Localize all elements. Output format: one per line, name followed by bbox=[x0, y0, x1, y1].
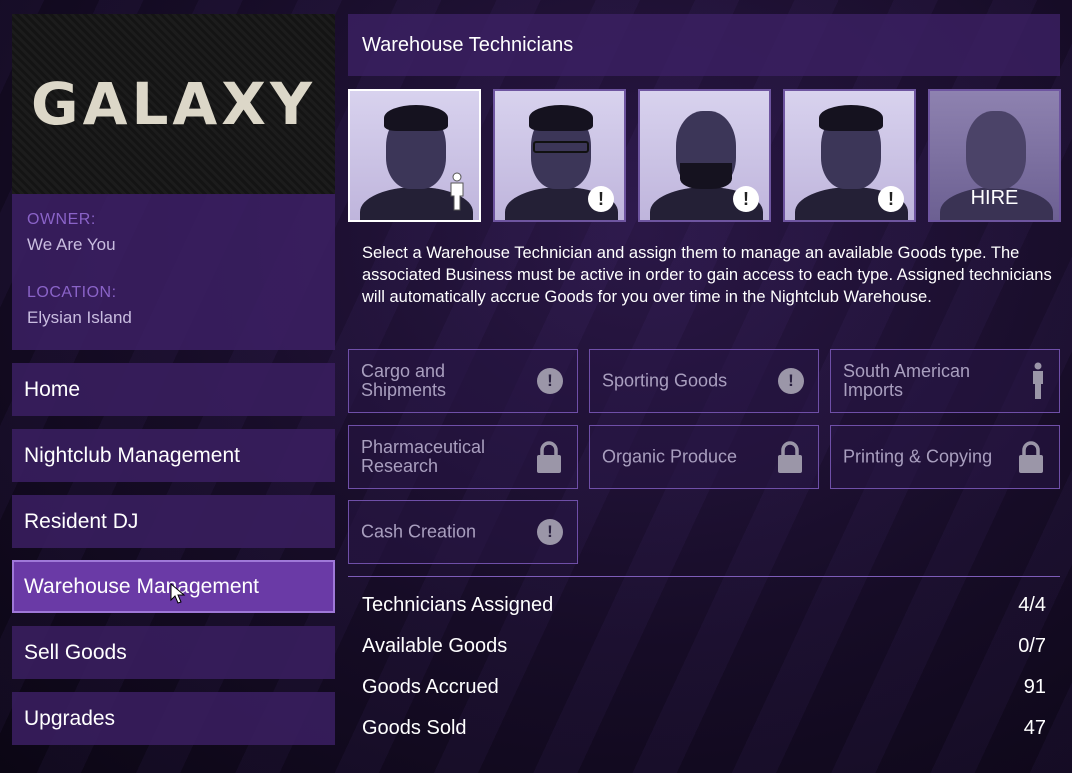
technician-portrait-4[interactable]: ! bbox=[783, 89, 916, 222]
goods-organic-produce[interactable]: Organic Produce bbox=[589, 425, 819, 489]
portrait-head bbox=[966, 111, 1026, 189]
location-value: Elysian Island bbox=[27, 308, 132, 327]
goods-label: Pharmaceutical Research bbox=[361, 437, 486, 476]
mouse-cursor-icon bbox=[170, 583, 186, 604]
technician-portrait-3[interactable]: ! bbox=[638, 89, 771, 222]
nav-home[interactable]: Home bbox=[12, 363, 335, 416]
stat-available-goods-label: Available Goods bbox=[362, 635, 508, 657]
technician-portrait-1[interactable] bbox=[348, 89, 481, 222]
nav-nightclub-management-label: Nightclub Management bbox=[24, 443, 240, 467]
technician-portrait-hire[interactable]: HIRE bbox=[928, 89, 1061, 222]
goods-label: South American Imports bbox=[843, 361, 971, 400]
nav-nightclub-management[interactable]: Nightclub Management bbox=[12, 429, 335, 482]
stats-divider bbox=[348, 576, 1060, 577]
description-text: Select a Warehouse Technician and assign… bbox=[362, 244, 1052, 306]
owner-value: We Are You bbox=[27, 235, 116, 254]
nav-resident-dj-label: Resident DJ bbox=[24, 509, 139, 533]
hire-label: HIRE bbox=[970, 187, 1019, 209]
portrait-hair bbox=[529, 105, 593, 131]
page-title: Warehouse Technicians bbox=[362, 34, 574, 56]
portrait-hair bbox=[819, 105, 883, 131]
warning-icon: ! bbox=[778, 368, 804, 394]
nav-resident-dj[interactable]: Resident DJ bbox=[12, 495, 335, 548]
nav-sell-goods-label: Sell Goods bbox=[24, 640, 127, 664]
stat-goods-sold-value: 47 bbox=[1023, 717, 1046, 739]
stat-technicians-assigned-label: Technicians Assigned bbox=[362, 594, 554, 616]
stat-technicians-assigned-value: 4/4 bbox=[1018, 594, 1046, 616]
lock-icon bbox=[1019, 441, 1043, 473]
goods-cargo-and-shipments[interactable]: Cargo and Shipments ! bbox=[348, 349, 578, 413]
assigned-person-icon bbox=[450, 172, 464, 211]
stat-goods-accrued-label: Goods Accrued bbox=[362, 676, 499, 698]
warning-icon: ! bbox=[537, 368, 563, 394]
portrait-beard bbox=[680, 163, 732, 189]
warning-icon: ! bbox=[733, 186, 759, 212]
goods-label: Printing & Copying bbox=[843, 446, 993, 467]
portrait-hair bbox=[384, 105, 448, 131]
goods-label: Cash Creation bbox=[361, 521, 477, 542]
goods-south-american-imports[interactable]: South American Imports bbox=[830, 349, 1060, 413]
goods-label: Sporting Goods bbox=[602, 370, 728, 391]
goods-pharmaceutical-research[interactable]: Pharmaceutical Research bbox=[348, 425, 578, 489]
goods-cash-creation[interactable]: Cash Creation ! bbox=[348, 500, 578, 564]
person-icon bbox=[1033, 362, 1043, 399]
goods-label: Organic Produce bbox=[602, 446, 738, 467]
nav-upgrades[interactable]: Upgrades bbox=[12, 692, 335, 745]
goods-printing-and-copying[interactable]: Printing & Copying bbox=[830, 425, 1060, 489]
nav-sell-goods[interactable]: Sell Goods bbox=[12, 626, 335, 679]
stat-goods-sold-label: Goods Sold bbox=[362, 717, 467, 739]
nav-upgrades-label: Upgrades bbox=[24, 706, 116, 730]
owner-label: OWNER: bbox=[27, 211, 96, 228]
location-label: LOCATION: bbox=[27, 284, 117, 301]
galaxy-logo: GALAXY bbox=[30, 70, 317, 138]
portrait-glasses bbox=[533, 141, 589, 153]
warning-icon: ! bbox=[878, 186, 904, 212]
warning-icon: ! bbox=[588, 186, 614, 212]
lock-icon bbox=[778, 441, 802, 473]
stat-available-goods-value: 0/7 bbox=[1018, 635, 1046, 657]
stat-goods-accrued-value: 91 bbox=[1023, 676, 1046, 698]
nav-warehouse-management-label: Warehouse Management bbox=[24, 574, 260, 598]
lock-icon bbox=[537, 441, 561, 473]
goods-sporting-goods[interactable]: Sporting Goods ! bbox=[589, 349, 819, 413]
technician-portrait-2[interactable]: ! bbox=[493, 89, 626, 222]
panel-header: Warehouse Technicians bbox=[348, 14, 1060, 76]
business-info: OWNER: We Are You LOCATION: Elysian Isla… bbox=[12, 194, 335, 350]
nav-home-label: Home bbox=[24, 377, 81, 401]
galaxy-logo-panel: GALAXY bbox=[12, 14, 335, 194]
warning-icon: ! bbox=[537, 519, 563, 545]
goods-label: Cargo and Shipments bbox=[361, 361, 447, 400]
